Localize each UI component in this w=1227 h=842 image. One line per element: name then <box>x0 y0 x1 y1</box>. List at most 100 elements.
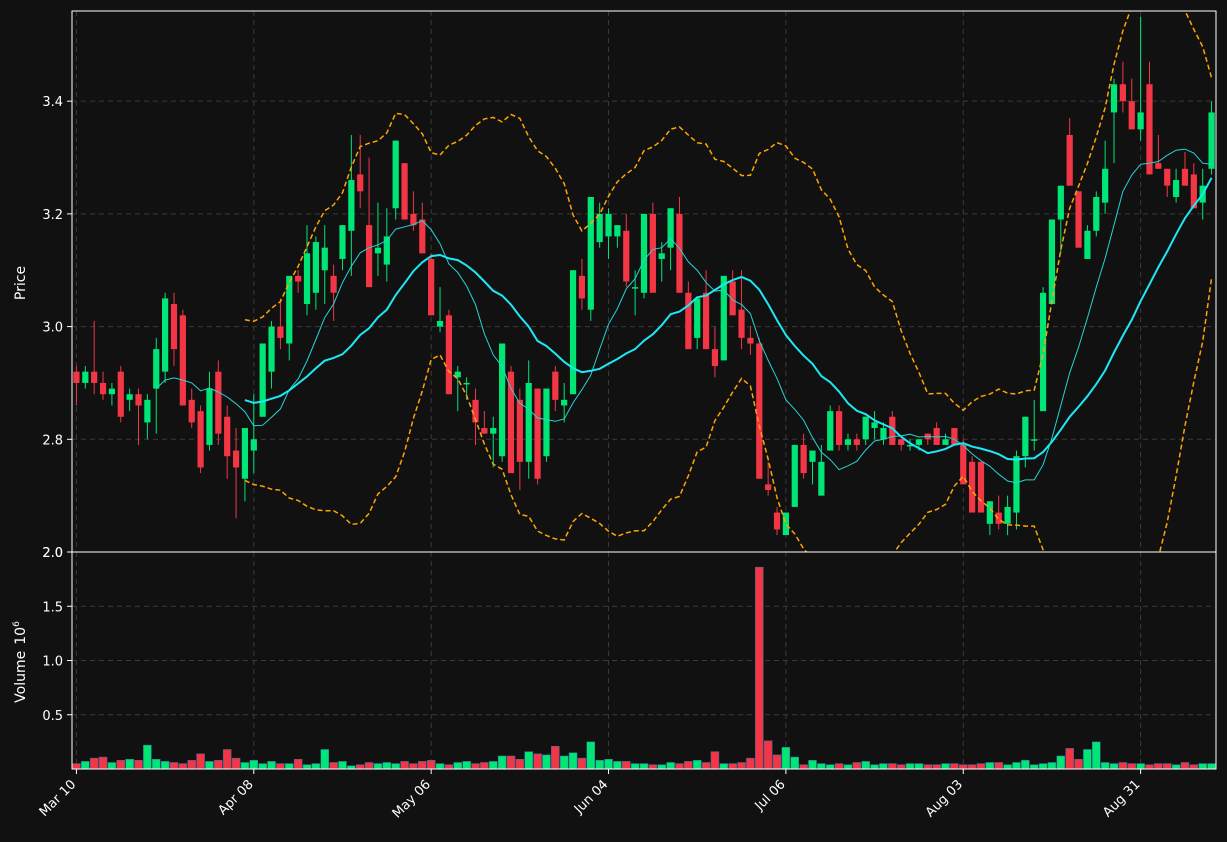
candle-body <box>1128 101 1135 130</box>
candle-body <box>108 388 116 395</box>
volume-bar <box>1047 762 1057 770</box>
volume-bar <box>338 761 347 770</box>
candle-body <box>818 461 825 496</box>
volume-bar <box>382 762 392 770</box>
volume-bar <box>249 760 259 770</box>
volume-bar <box>586 741 596 770</box>
volume-bar <box>994 762 1003 770</box>
candle-body <box>578 275 586 299</box>
volume-bar <box>630 763 640 770</box>
volume-bar <box>1029 764 1039 770</box>
volume-bar <box>214 760 223 770</box>
candle-body <box>552 371 559 400</box>
candle-body <box>871 422 878 429</box>
candle-body <box>1119 84 1126 102</box>
candle-body <box>951 428 958 445</box>
volume-bar <box>825 764 835 770</box>
candle-body <box>844 439 852 445</box>
volume-bar <box>1145 764 1154 770</box>
volume-bar <box>497 755 507 770</box>
volume-tick-label: 2.0 <box>42 546 63 561</box>
candle-body <box>623 230 630 282</box>
volume-bar <box>240 762 250 770</box>
candle-body <box>561 399 568 406</box>
candle-body <box>436 320 444 327</box>
volume-bar <box>1083 749 1092 770</box>
candle-body <box>170 304 178 350</box>
candle-body <box>348 180 355 231</box>
candle-body <box>197 411 204 468</box>
volume-bar <box>311 763 321 770</box>
volume-bar <box>258 763 267 770</box>
candle-body <box>694 298 701 338</box>
candle-body <box>773 512 781 530</box>
volume-bar <box>923 764 933 770</box>
price-tick-label: 3.0 <box>42 321 63 336</box>
volume-bar <box>763 740 773 770</box>
volume-bar <box>1038 763 1048 770</box>
volume-bar <box>435 763 445 770</box>
volume-bar <box>72 763 81 770</box>
volume-bar <box>622 761 631 770</box>
volume-bar <box>888 763 897 770</box>
volume-bar <box>169 762 179 770</box>
candle-body <box>1172 180 1180 197</box>
candle-body <box>1066 134 1073 186</box>
volume-bar <box>1065 748 1074 770</box>
candle-body <box>1181 168 1189 186</box>
volume-bar <box>710 751 720 770</box>
candle-body <box>915 439 923 445</box>
volume-bar <box>488 761 498 770</box>
volume-bar <box>1056 755 1066 770</box>
volume-bar <box>276 763 285 770</box>
volume-bar <box>1207 763 1216 770</box>
candle-body <box>640 213 648 293</box>
volume-bar <box>293 758 303 770</box>
candle-body <box>499 343 506 457</box>
candle-body <box>1208 112 1215 169</box>
volume-bar <box>1189 764 1199 770</box>
volume-bar <box>666 762 675 770</box>
candle-body <box>126 394 133 400</box>
candle-body <box>1093 196 1100 231</box>
volume-bar <box>533 753 542 770</box>
volume-bar <box>896 764 906 770</box>
candle-body <box>596 213 603 243</box>
candle-body <box>1048 219 1056 305</box>
volume-bar <box>861 761 870 770</box>
volume-bar <box>426 760 436 770</box>
candle-body <box>649 213 656 293</box>
chart-background <box>0 0 1227 842</box>
candle-body <box>303 253 311 305</box>
volume-bar <box>1162 763 1172 770</box>
candle-body <box>224 416 231 457</box>
candle-body <box>720 275 727 361</box>
volume-bar <box>98 756 108 770</box>
candle-body <box>632 287 639 289</box>
candle-body <box>419 219 426 254</box>
candle-body <box>401 163 408 220</box>
candle-body <box>259 343 266 417</box>
candle-body <box>321 247 328 271</box>
candle-body <box>791 444 798 507</box>
volume-bar <box>692 760 702 770</box>
price-tick-label: 2.8 <box>42 433 63 448</box>
volume-bar <box>577 757 587 770</box>
candlestick-chart: 2.83.03.23.42.0 0.51.01.52.0 Mar 10 Apr 0… <box>0 0 1227 842</box>
volume-bar <box>222 749 232 770</box>
volume-bar <box>843 764 853 770</box>
volume-bar <box>373 763 383 770</box>
volume-bar <box>267 761 276 770</box>
volume-bar <box>187 760 196 770</box>
volume-bar <box>675 763 684 770</box>
volume-bar <box>595 760 604 770</box>
candle-body <box>268 326 275 372</box>
candle-body <box>82 371 89 383</box>
volume-bar <box>879 763 888 770</box>
candle-body <box>215 371 222 434</box>
volume-bar <box>613 761 622 770</box>
volume-bar <box>701 762 711 770</box>
volume-bar <box>657 764 666 770</box>
volume-bar <box>790 756 800 770</box>
candle-body <box>977 461 985 513</box>
